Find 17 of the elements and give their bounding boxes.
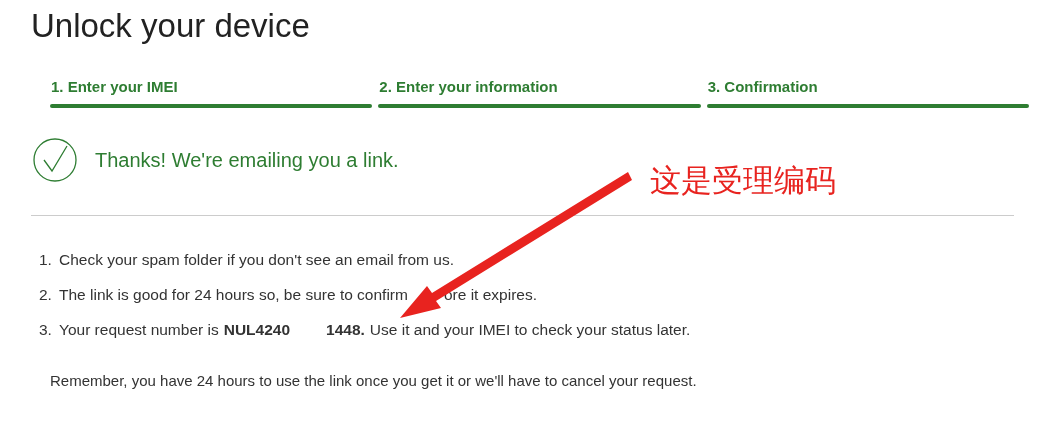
annotation-text: 这是受理编码: [650, 161, 836, 200]
list-text: Your request number is: [59, 320, 219, 340]
list-text: Check your spam folder if you don't see an email from us.: [59, 250, 454, 270]
list-number: 3.: [39, 320, 51, 340]
step-label: 2. Enter your information: [378, 77, 558, 96]
request-number: 1448.: [326, 320, 365, 340]
list-text: Use it and your IMEI to check your status later.: [369, 320, 691, 340]
page-title: Unlock your device: [31, 6, 310, 46]
reminder-text: Remember, you have 24 hours to use the link once you get it or we'll have to cancel your request.: [50, 371, 697, 391]
step-label: 3. Confirmation: [706, 77, 818, 96]
list-number: 2.: [39, 285, 51, 305]
confirmation-message: Thanks! We're emailing you a link.: [95, 148, 399, 173]
checkmark-circle-icon: [33, 138, 77, 182]
step-label: 1. Enter your IMEI: [50, 77, 178, 96]
list-number: 1.: [39, 250, 51, 270]
list-text: The link is good for 24 hours so, be sure to confirm: [59, 285, 408, 305]
request-number: NUL4240: [223, 320, 291, 340]
